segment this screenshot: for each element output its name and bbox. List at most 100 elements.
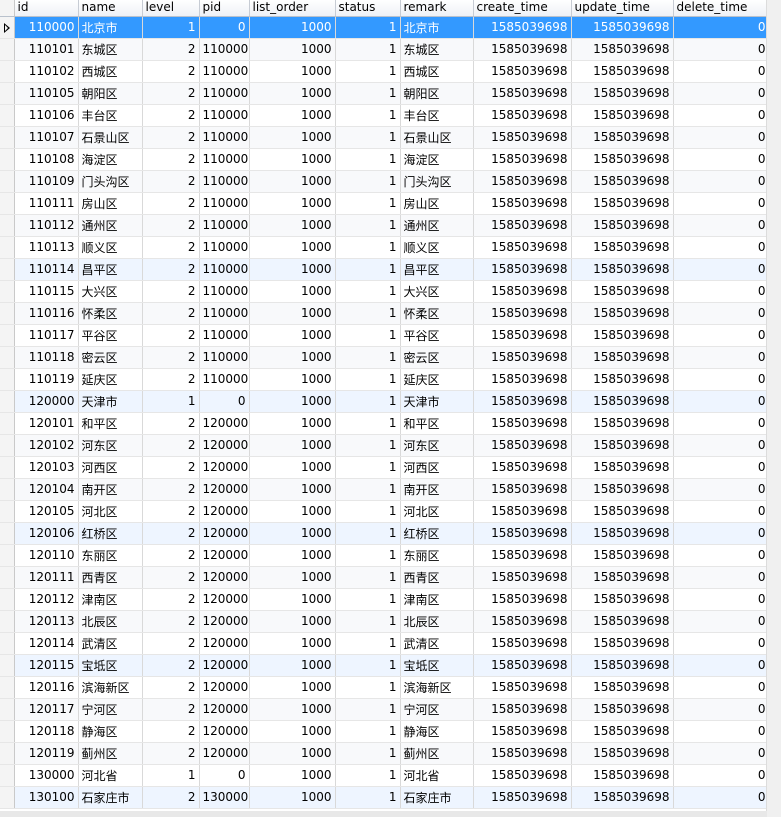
cell-id[interactable]: 120112 [14,588,79,611]
cell-remark[interactable]: 西青区 [400,566,474,589]
cell-id[interactable]: 120111 [14,566,79,589]
cell-name[interactable]: 怀柔区 [78,302,143,325]
cell-pid[interactable]: 120000 [199,742,250,765]
cell-status[interactable]: 1 [335,324,401,347]
cell-remark[interactable]: 河北区 [400,500,474,523]
cell-pid[interactable]: 120000 [199,676,250,699]
cell-delete-time[interactable]: 0 [673,720,770,743]
cell-pid[interactable]: 120000 [199,456,250,479]
cell-remark[interactable]: 滨海新区 [400,676,474,699]
cell-id[interactable]: 110101 [14,38,79,61]
cell-remark[interactable]: 东丽区 [400,544,474,567]
row-indicator[interactable] [0,588,15,611]
cell-level[interactable]: 2 [142,104,200,127]
cell-level[interactable]: 2 [142,566,200,589]
column-header[interactable]: delete_time [673,0,770,17]
row-indicator[interactable] [0,742,15,765]
cell-delete-time[interactable]: 0 [673,170,770,193]
cell-status[interactable]: 1 [335,390,401,413]
cell-status[interactable]: 1 [335,302,401,325]
cell-status[interactable]: 1 [335,38,401,61]
cell-remark[interactable]: 宁河区 [400,698,474,721]
cell-update-time[interactable]: 1585039698 [571,258,674,281]
cell-remark[interactable]: 朝阳区 [400,82,474,105]
cell-delete-time[interactable]: 0 [673,654,770,677]
cell-list-order[interactable]: 1000 [249,214,336,237]
data-grid[interactable]: id name level pid list_order status rema… [0,0,781,817]
column-header[interactable]: status [335,0,401,17]
cell-id[interactable]: 120000 [14,390,79,413]
cell-update-time[interactable]: 1585039698 [571,60,674,83]
cell-update-time[interactable]: 1585039698 [571,280,674,303]
cell-name[interactable]: 天津市 [78,390,143,413]
cell-create-time[interactable]: 1585039698 [473,676,572,699]
cell-update-time[interactable]: 1585039698 [571,522,674,545]
cell-list-order[interactable]: 1000 [249,764,336,787]
table-row[interactable]: 110114 昌平区 2 110000 1000 1 昌平区 1585039698 158503… [0,258,770,281]
cell-status[interactable]: 1 [335,478,401,501]
table-row[interactable]: 110118 密云区 2 110000 1000 1 密云区 1585039698 158503… [0,346,770,369]
cell-delete-time[interactable]: 0 [673,764,770,787]
table-row[interactable]: 120106 红桥区 2 120000 1000 1 红桥区 1585039698 158503… [0,522,770,545]
cell-remark[interactable]: 怀柔区 [400,302,474,325]
cell-pid[interactable]: 110000 [199,82,250,105]
cell-pid[interactable]: 120000 [199,698,250,721]
cell-list-order[interactable]: 1000 [249,148,336,171]
cell-level[interactable]: 2 [142,742,200,765]
cell-create-time[interactable]: 1585039698 [473,654,572,677]
table-row[interactable]: 110101 东城区 2 110000 1000 1 东城区 1585039698 158503… [0,38,770,61]
cell-id[interactable]: 120115 [14,654,79,677]
cell-update-time[interactable]: 1585039698 [571,104,674,127]
row-indicator[interactable] [0,764,15,787]
cell-remark[interactable]: 丰台区 [400,104,474,127]
cell-list-order[interactable]: 1000 [249,786,336,809]
cell-remark[interactable]: 海淀区 [400,148,474,171]
cell-id[interactable]: 120104 [14,478,79,501]
cell-status[interactable]: 1 [335,720,401,743]
cell-id[interactable]: 110119 [14,368,79,391]
cell-name[interactable]: 南开区 [78,478,143,501]
cell-name[interactable]: 北辰区 [78,610,143,633]
cell-status[interactable]: 1 [335,346,401,369]
cell-create-time[interactable]: 1585039698 [473,16,572,39]
cell-status[interactable]: 1 [335,610,401,633]
cell-pid[interactable]: 120000 [199,610,250,633]
cell-status[interactable]: 1 [335,412,401,435]
cell-update-time[interactable]: 1585039698 [571,610,674,633]
cell-list-order[interactable]: 1000 [249,170,336,193]
cell-delete-time[interactable]: 0 [673,676,770,699]
cell-delete-time[interactable]: 0 [673,236,770,259]
cell-pid[interactable]: 110000 [199,126,250,149]
cell-list-order[interactable]: 1000 [249,588,336,611]
cell-status[interactable]: 1 [335,566,401,589]
cell-level[interactable]: 2 [142,214,200,237]
cell-update-time[interactable]: 1585039698 [571,478,674,501]
cell-level[interactable]: 1 [142,16,200,39]
cell-update-time[interactable]: 1585039698 [571,390,674,413]
cell-name[interactable]: 红桥区 [78,522,143,545]
cell-name[interactable]: 大兴区 [78,280,143,303]
cell-delete-time[interactable]: 0 [673,82,770,105]
row-indicator[interactable] [0,280,15,303]
cell-update-time[interactable]: 1585039698 [571,434,674,457]
cell-level[interactable]: 2 [142,236,200,259]
cell-list-order[interactable]: 1000 [249,346,336,369]
cell-level[interactable]: 2 [142,522,200,545]
cell-name[interactable]: 门头沟区 [78,170,143,193]
cell-create-time[interactable]: 1585039698 [473,280,572,303]
cell-remark[interactable]: 大兴区 [400,280,474,303]
cell-id[interactable]: 110107 [14,126,79,149]
cell-name[interactable]: 河东区 [78,434,143,457]
cell-delete-time[interactable]: 0 [673,104,770,127]
cell-update-time[interactable]: 1585039698 [571,148,674,171]
cell-delete-time[interactable]: 0 [673,632,770,655]
column-header[interactable]: create_time [473,0,572,17]
cell-create-time[interactable]: 1585039698 [473,390,572,413]
cell-list-order[interactable]: 1000 [249,82,336,105]
cell-id[interactable]: 120110 [14,544,79,567]
row-indicator[interactable] [0,258,15,281]
cell-level[interactable]: 2 [142,588,200,611]
table-row[interactable]: 110119 延庆区 2 110000 1000 1 延庆区 1585039698 158503… [0,368,770,391]
cell-level[interactable]: 2 [142,786,200,809]
cell-level[interactable]: 2 [142,170,200,193]
